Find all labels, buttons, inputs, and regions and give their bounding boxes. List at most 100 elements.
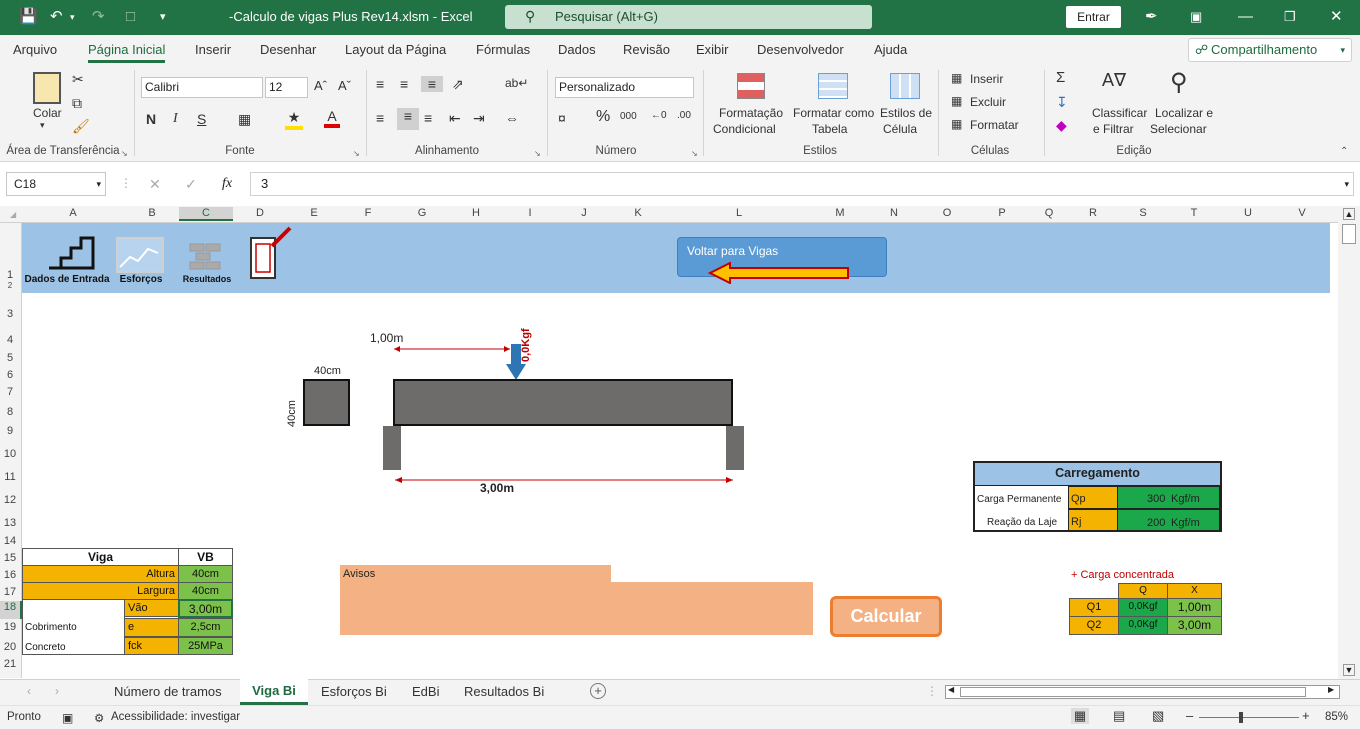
conditional-formatting-icon[interactable] [737,73,765,99]
tab-pagina-inicial[interactable]: Página Inicial [88,42,166,63]
copy-icon[interactable]: ⧉ [72,95,82,112]
minimize-icon[interactable]: — [1238,8,1253,26]
fck-value[interactable]: 25MPa [178,637,233,655]
sort-filter-line2[interactable]: e Filtrar [1093,122,1134,136]
stairs-icon[interactable] [47,230,95,270]
chart-icon[interactable] [116,237,164,273]
col-j[interactable]: J [574,207,594,219]
row-13[interactable]: 13 [0,517,20,529]
find-select-line1[interactable]: Localizar e [1155,106,1213,120]
align-right-icon[interactable]: ≡ [424,110,432,126]
row-16[interactable]: 16 [0,569,20,581]
close-icon[interactable]: ✕ [1330,8,1343,26]
row-3[interactable]: 3 [0,308,20,320]
decrease-decimal-icon[interactable]: .00 [677,110,691,121]
col-i[interactable]: I [520,207,540,219]
redo-icon[interactable]: ↷ [92,8,105,26]
row-7[interactable]: 7 [0,386,20,398]
save-icon[interactable]: 💾 [19,8,38,26]
row-5[interactable]: 5 [0,352,20,364]
dialog-launcher-icon[interactable]: ↘ [534,149,541,158]
decrease-font-icon[interactable]: Aˇ [338,78,351,93]
touch-mode-icon[interactable]: □ [126,8,135,26]
row-1[interactable]: 1 [0,269,20,281]
tab-ajuda[interactable]: Ajuda [874,42,907,57]
tab-exibir[interactable]: Exibir [696,42,729,57]
insert-cells-button[interactable]: Inserir [970,72,1003,86]
col-e[interactable]: E [304,207,324,219]
format-painter-icon[interactable]: 🖌 [72,118,90,135]
borders-icon[interactable]: ▦ [238,111,251,128]
align-top-icon[interactable]: ≡ [376,76,384,92]
pencil-section-icon[interactable] [248,224,294,280]
underline-button[interactable]: S [197,111,206,127]
col-s[interactable]: S [1133,207,1153,219]
scroll-left-icon[interactable]: ◀ [948,685,954,694]
col-p[interactable]: P [992,207,1012,219]
scroll-down-icon[interactable]: ▼ [1343,664,1355,676]
select-all-icon[interactable]: ◢ [10,210,16,219]
font-color-icon[interactable]: A [324,108,340,128]
row-20[interactable]: 20 [0,641,20,653]
reacao-laje-cell[interactable]: 200 Kgf/m [1117,509,1220,531]
sort-filter-icon[interactable]: A∇ [1102,70,1126,91]
find-select-icon[interactable]: ⚲ [1170,68,1188,97]
macro-record-icon[interactable]: ▣ [62,711,73,725]
col-k[interactable]: K [628,207,648,219]
clear-icon[interactable]: ◆ [1056,117,1067,134]
sheet-tab-edbi[interactable]: EdBi [412,684,439,699]
row-4[interactable]: 4 [0,334,20,346]
restore-icon[interactable]: ❐ [1284,8,1296,26]
delete-cells-icon[interactable]: ▦ [951,94,962,108]
cell-styles-line1[interactable]: Estilos de [880,106,932,120]
italic-button[interactable]: I [173,111,178,127]
font-name-select[interactable]: Calibri [141,77,263,98]
col-a[interactable]: A [63,207,83,219]
undo-dropdown-icon[interactable]: ▾ [70,8,75,26]
row-2[interactable]: 2 [0,281,20,290]
row-15[interactable]: 15 [0,552,20,564]
signin-button[interactable]: Entrar [1066,6,1121,28]
row-8[interactable]: 8 [0,406,20,418]
col-r[interactable]: R [1083,207,1103,219]
format-cells-button[interactable]: Formatar [970,118,1019,132]
page-layout-icon[interactable]: ▤ [1113,708,1125,724]
cell-styles-icon[interactable] [890,73,920,99]
altura-value[interactable]: 40cm [178,565,233,583]
tab-arquivo[interactable]: Arquivo [13,42,57,57]
nav-resultados[interactable]: Resultados [178,274,236,284]
scroll-right-icon[interactable]: ▶ [1328,685,1334,694]
x2-value[interactable]: 3,00m [1167,616,1222,635]
expand-formula-icon[interactable]: ▾ [1344,173,1349,195]
row-14[interactable]: 14 [0,535,20,547]
col-g[interactable]: G [412,207,432,219]
sort-filter-line1[interactable]: Classificar [1092,106,1147,120]
align-middle-icon[interactable]: ≡ [400,76,408,92]
paste-button[interactable]: Colar [33,106,62,120]
add-sheet-icon[interactable]: + [590,683,606,699]
col-l[interactable]: L [729,207,749,219]
col-n[interactable]: N [884,207,904,219]
tab-revisao[interactable]: Revisão [623,42,670,57]
col-o[interactable]: O [937,207,957,219]
format-as-table-icon[interactable] [818,73,848,99]
align-bottom-icon[interactable]: ≡ [421,76,443,92]
row-21[interactable]: 21 [0,658,20,670]
align-left-icon[interactable]: ≡ [376,110,384,126]
sheet-tab-resultados-bi[interactable]: Resultados Bi [464,684,544,699]
row-17[interactable]: 17 [0,586,20,598]
search-box[interactable]: ⚲ Pesquisar (Alt+G) [505,5,872,29]
sheet-tab-viga-bi[interactable]: Viga Bi [240,679,308,705]
zoom-level[interactable]: 85% [1325,711,1348,723]
font-size-select[interactable]: 12 [265,77,308,98]
number-format-select[interactable]: Personalizado [555,77,694,98]
col-f[interactable]: F [358,207,378,219]
col-h[interactable]: H [466,207,486,219]
wrap-text-icon[interactable]: ab↵ [505,76,528,90]
carga-permanente-cell[interactable]: 300 Kgf/m [1117,486,1220,509]
sheet-tab-numero-tramos[interactable]: Número de tramos [114,684,222,699]
x1-value[interactable]: 1,00m [1167,598,1222,617]
zoom-in-icon[interactable]: + [1302,708,1310,723]
paste-dropdown-icon[interactable]: ▾ [40,120,45,131]
row-6[interactable]: 6 [0,369,20,381]
